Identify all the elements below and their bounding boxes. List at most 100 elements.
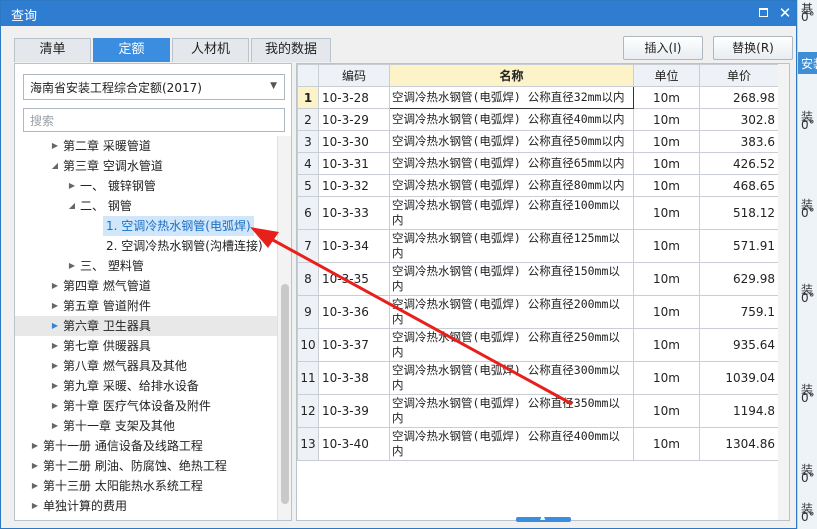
unit-cell[interactable]: 10m	[633, 86, 700, 109]
unit-cell[interactable]: 10m	[633, 152, 700, 175]
grid-scrollbar[interactable]	[778, 64, 789, 520]
code-cell[interactable]: 10-3-33	[318, 196, 390, 230]
name-column-header[interactable]: 名称	[389, 64, 634, 87]
code-cell[interactable]: 10-3-29	[318, 108, 390, 131]
tree-item[interactable]: ▶ 第十一册 通信设备及线路工程	[15, 436, 277, 456]
name-cell[interactable]: 空调冷热水钢管(电弧焊) 公称直径125mm以内	[389, 229, 634, 263]
unit-cell[interactable]: 10m	[633, 328, 700, 362]
unit-cell[interactable]: 10m	[633, 295, 700, 329]
row-number[interactable]: 6	[297, 196, 319, 230]
search-input[interactable]: 搜索	[23, 108, 285, 132]
tree-item[interactable]: 1. 空调冷热水钢管(电弧焊)	[15, 216, 277, 236]
tree-scrollbar[interactable]	[277, 136, 291, 520]
unit-cell[interactable]: 10m	[633, 361, 700, 395]
price-cell[interactable]: 935.64	[699, 328, 779, 362]
tree-expand-icon[interactable]: ▶	[30, 436, 40, 456]
price-cell[interactable]: 759.1	[699, 295, 779, 329]
code-cell[interactable]: 10-3-35	[318, 262, 390, 296]
title-bar[interactable]: 查询 ✕	[1, 1, 796, 26]
price-column-header[interactable]: 单价	[699, 64, 779, 87]
tree-expand-icon[interactable]: ▶	[50, 276, 60, 296]
name-cell[interactable]: 空调冷热水钢管(电弧焊) 公称直径32mm以内	[389, 86, 634, 109]
tree-item[interactable]: ▶ 第五章 管道附件	[15, 296, 277, 316]
code-cell[interactable]: 10-3-38	[318, 361, 390, 395]
price-cell[interactable]: 1304.86	[699, 427, 779, 461]
row-number[interactable]: 11	[297, 361, 319, 395]
price-cell[interactable]: 302.8	[699, 108, 779, 131]
tree-collapse-icon[interactable]: ◢	[67, 196, 77, 216]
tree-expand-icon[interactable]: ▶	[50, 396, 60, 416]
tree-expand-icon[interactable]: ▶	[67, 256, 77, 276]
row-number[interactable]: 8	[297, 262, 319, 296]
name-cell[interactable]: 空调冷热水钢管(电弧焊) 公称直径150mm以内	[389, 262, 634, 296]
name-cell[interactable]: 空调冷热水钢管(电弧焊) 公称直径65mm以内	[389, 152, 634, 175]
tree-expand-icon[interactable]: ▶	[50, 136, 60, 156]
name-cell[interactable]: 空调冷热水钢管(电弧焊) 公称直径40mm以内	[389, 108, 634, 131]
row-number[interactable]: 4	[297, 152, 319, 175]
unit-cell[interactable]: 10m	[633, 174, 700, 197]
table-row[interactable]: 8 10-3-35 空调冷热水钢管(电弧焊) 公称直径150mm以内 10m 629.9…	[297, 262, 779, 296]
tree-expand-icon[interactable]: ▶	[30, 496, 40, 516]
tree-item[interactable]: ◢ 第三章 空调水管道	[15, 156, 277, 176]
tree-item[interactable]: ▶ 一、 镀锌钢管	[15, 176, 277, 196]
row-number[interactable]: 1	[297, 86, 319, 109]
table-row[interactable]: 6 10-3-33 空调冷热水钢管(电弧焊) 公称直径100mm以内 10m 518.1…	[297, 196, 779, 230]
tab-quota[interactable]: 定额	[93, 38, 170, 62]
price-cell[interactable]: 1039.04	[699, 361, 779, 395]
row-number[interactable]: 9	[297, 295, 319, 329]
replace-button[interactable]: 替换(R)	[713, 36, 793, 60]
quota-library-select[interactable]: 海南省安装工程综合定额(2017) ▼	[23, 74, 285, 100]
code-cell[interactable]: 10-3-32	[318, 174, 390, 197]
unit-cell[interactable]: 10m	[633, 394, 700, 428]
code-cell[interactable]: 10-3-36	[318, 295, 390, 329]
tree-item[interactable]: ▶ 第八章 燃气器具及其他	[15, 356, 277, 376]
price-cell[interactable]: 571.91	[699, 229, 779, 263]
tree-scrollbar-thumb[interactable]	[281, 284, 289, 504]
price-cell[interactable]: 518.12	[699, 196, 779, 230]
unit-column-header[interactable]: 单位	[633, 64, 700, 87]
code-cell[interactable]: 10-3-31	[318, 152, 390, 175]
unit-cell[interactable]: 10m	[633, 130, 700, 153]
table-row[interactable]: 4 10-3-31 空调冷热水钢管(电弧焊) 公称直径65mm以内 10m 426.52	[297, 152, 779, 175]
unit-cell[interactable]: 10m	[633, 108, 700, 131]
tree-item[interactable]: ◢ 二、 钢管	[15, 196, 277, 216]
tree-item[interactable]: ▶ 第二章 采暖管道	[15, 136, 277, 156]
table-row[interactable]: 2 10-3-29 空调冷热水钢管(电弧焊) 公称直径40mm以内 10m 302.8	[297, 108, 779, 131]
tree-item[interactable]: ▶ 第九章 采暖、给排水设备	[15, 376, 277, 396]
tree-expand-icon[interactable]: ▶	[30, 456, 40, 476]
tree-expand-icon[interactable]: ▶	[50, 296, 60, 316]
tree-collapse-icon[interactable]: ◢	[50, 156, 60, 176]
tree-item[interactable]: ▶ 第十章 医疗气体设备及附件	[15, 396, 277, 416]
price-cell[interactable]: 1194.8	[699, 394, 779, 428]
code-cell[interactable]: 10-3-30	[318, 130, 390, 153]
unit-cell[interactable]: 10m	[633, 229, 700, 263]
price-cell[interactable]: 426.52	[699, 152, 779, 175]
row-number[interactable]: 12	[297, 394, 319, 428]
unit-cell[interactable]: 10m	[633, 262, 700, 296]
code-cell[interactable]: 10-3-34	[318, 229, 390, 263]
tree-item[interactable]: ▶ 第六章 卫生器具	[15, 316, 277, 336]
tab-my-data[interactable]: 我的数据	[251, 38, 331, 62]
unit-cell[interactable]: 10m	[633, 427, 700, 461]
name-cell[interactable]: 空调冷热水钢管(电弧焊) 公称直径250mm以内	[389, 328, 634, 362]
name-cell[interactable]: 空调冷热水钢管(电弧焊) 公称直径300mm以内	[389, 361, 634, 395]
tree-expand-icon[interactable]: ▶	[50, 376, 60, 396]
tab-bill[interactable]: 清单	[14, 38, 91, 62]
name-cell[interactable]: 空调冷热水钢管(电弧焊) 公称直径50mm以内	[389, 130, 634, 153]
price-cell[interactable]: 383.6	[699, 130, 779, 153]
tab-labor-material-machine[interactable]: 人材机	[172, 38, 249, 62]
name-cell[interactable]: 空调冷热水钢管(电弧焊) 公称直径100mm以内	[389, 196, 634, 230]
row-number[interactable]: 5	[297, 174, 319, 197]
name-cell[interactable]: 空调冷热水钢管(电弧焊) 公称直径80mm以内	[389, 174, 634, 197]
name-cell[interactable]: 空调冷热水钢管(电弧焊) 公称直径400mm以内	[389, 427, 634, 461]
tree-item[interactable]: ▶ 第七章 供暖器具	[15, 336, 277, 356]
table-row[interactable]: 10 10-3-37 空调冷热水钢管(电弧焊) 公称直径250mm以内 10m 935.…	[297, 328, 779, 362]
tree-expand-icon[interactable]: ▶	[50, 356, 60, 376]
table-row[interactable]: 9 10-3-36 空调冷热水钢管(电弧焊) 公称直径200mm以内 10m 759.1	[297, 295, 779, 329]
name-cell[interactable]: 空调冷热水钢管(电弧焊) 公称直径350mm以内	[389, 394, 634, 428]
tree-item[interactable]: ▶ 三、 塑料管	[15, 256, 277, 276]
row-number[interactable]: 13	[297, 427, 319, 461]
row-number[interactable]: 10	[297, 328, 319, 362]
code-cell[interactable]: 10-3-37	[318, 328, 390, 362]
tree-item[interactable]: ▶ 第十一章 支架及其他	[15, 416, 277, 436]
